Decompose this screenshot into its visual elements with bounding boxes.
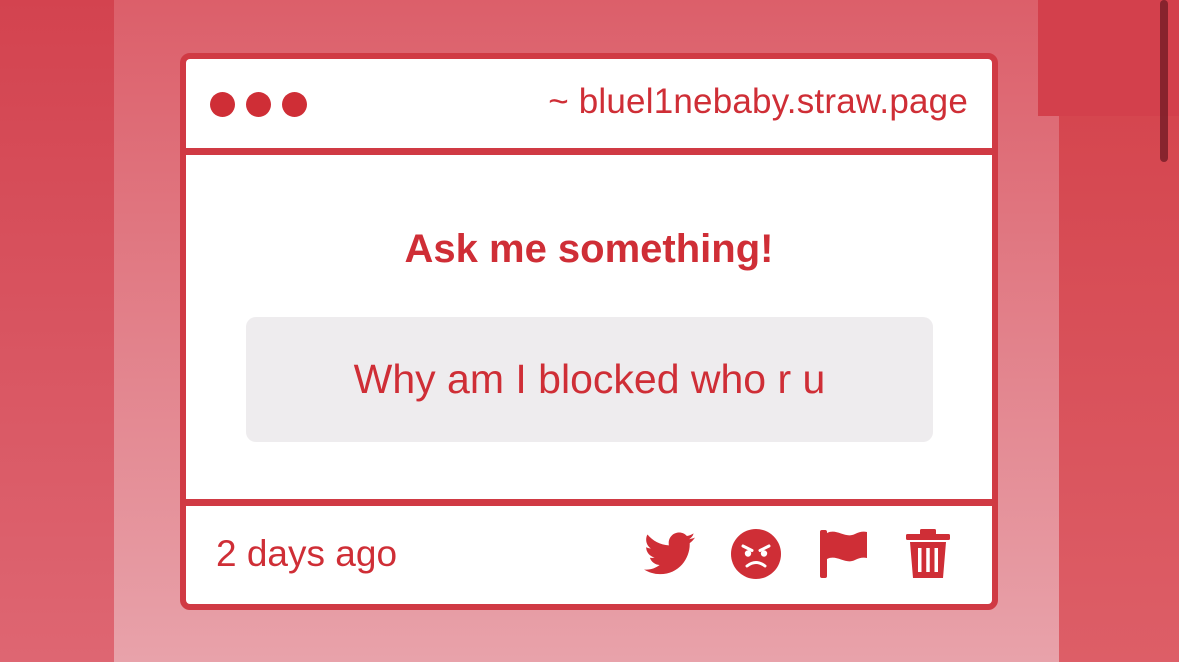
- delete-button[interactable]: [900, 526, 956, 582]
- page-url: ~ bluel1nebaby.straw.page: [548, 82, 968, 121]
- question-box: Why am I blocked who r u: [246, 317, 933, 442]
- window-titlebar: ~ bluel1nebaby.straw.page: [186, 59, 992, 148]
- trash-icon: [905, 528, 951, 580]
- background-left: [0, 0, 114, 662]
- twitter-icon: [644, 532, 696, 576]
- card-footer: 2 days ago: [186, 506, 992, 604]
- background-right: [1059, 116, 1179, 662]
- report-button[interactable]: [815, 526, 871, 582]
- flag-icon: [817, 528, 869, 580]
- scrollbar[interactable]: [1160, 0, 1168, 162]
- timestamp: 2 days ago: [216, 533, 398, 574]
- background-right-top: [1038, 0, 1179, 116]
- angry-face-icon: [730, 528, 782, 580]
- block-button[interactable]: [728, 526, 784, 582]
- question-card: ~ bluel1nebaby.straw.page Ask me somethi…: [180, 53, 998, 610]
- window-dot: [282, 92, 307, 117]
- window-dot: [246, 92, 271, 117]
- card-body: Ask me something! Why am I blocked who r…: [186, 155, 992, 499]
- question-text: Why am I blocked who r u: [353, 356, 826, 402]
- share-twitter-button[interactable]: [642, 526, 698, 582]
- window-dot: [210, 92, 235, 117]
- card-heading: Ask me something!: [404, 227, 774, 271]
